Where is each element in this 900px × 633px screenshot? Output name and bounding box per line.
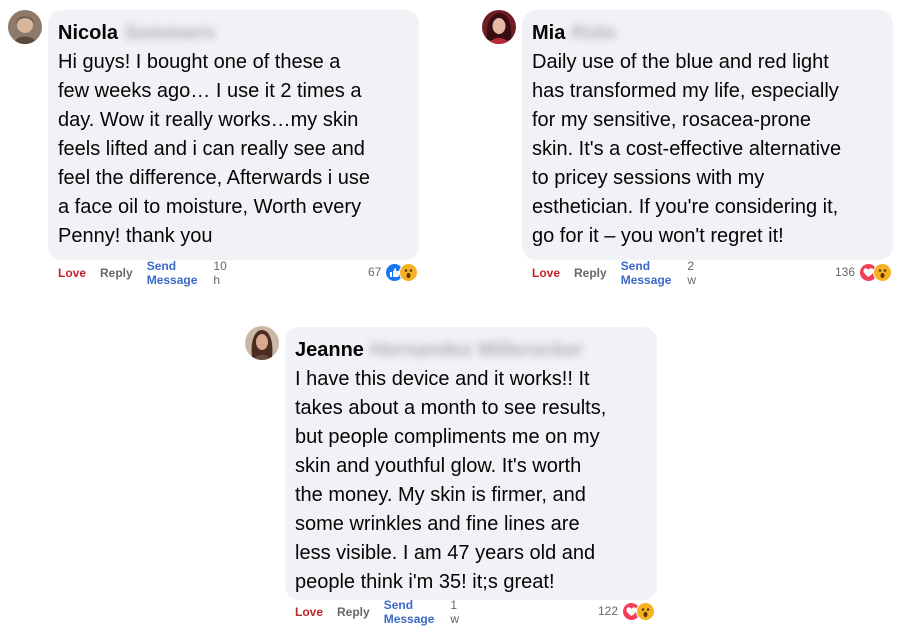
commenter-surname-blurred: Rolo — [571, 22, 616, 44]
reaction-summary[interactable]: 122 — [598, 601, 656, 621]
reaction-count: 67 — [368, 265, 382, 279]
reaction-count: 122 — [598, 604, 619, 618]
avatar[interactable] — [8, 10, 42, 44]
wow-icon — [873, 262, 893, 282]
reply-button[interactable]: Reply — [100, 266, 133, 280]
love-button[interactable]: Love — [295, 605, 323, 619]
avatar[interactable] — [245, 326, 279, 360]
send-message-button[interactable]: Send Message — [147, 259, 198, 287]
love-button[interactable]: Love — [532, 266, 560, 280]
reply-button[interactable]: Reply — [337, 605, 370, 619]
reply-button[interactable]: Reply — [574, 266, 607, 280]
commenter-name[interactable]: Jeanne — [295, 337, 364, 363]
comment-bubble: Jeanne Hernandez Millerocker I have this… — [285, 327, 657, 600]
comment-text: I have this device and it works!! It tak… — [295, 368, 607, 593]
avatar[interactable] — [482, 10, 516, 44]
comment-actions: Love Reply Send Message 1 w — [295, 598, 459, 626]
wow-icon — [399, 262, 419, 282]
commenter-name[interactable]: Mia — [532, 20, 565, 46]
send-message-button[interactable]: Send Message — [384, 598, 435, 626]
comment-actions: Love Reply Send Message 2 w — [532, 259, 696, 287]
comment-timestamp[interactable]: 10 h — [213, 259, 226, 287]
commenter-surname-blurred: Hernandez Millerocker — [369, 339, 584, 361]
comment-text: Hi guys! I bought one of these a few wee… — [58, 51, 371, 247]
comment-timestamp[interactable]: 1 w — [450, 598, 459, 626]
reaction-count: 136 — [835, 265, 856, 279]
wow-icon — [636, 601, 656, 621]
comment-bubble: Nicola Sommers Hi guys! I bought one of … — [48, 10, 419, 260]
comment-bubble: Mia Rolo Daily use of the blue and red l… — [522, 10, 893, 260]
commenter-surname-blurred: Sommers — [124, 22, 216, 44]
love-button[interactable]: Love — [58, 266, 86, 280]
commenter-name[interactable]: Nicola — [58, 20, 118, 46]
reaction-summary[interactable]: 136 — [835, 262, 893, 282]
reaction-summary[interactable]: 67 — [368, 262, 419, 282]
comment-text: Daily use of the blue and red light has … — [532, 51, 842, 247]
comment-timestamp[interactable]: 2 w — [687, 259, 696, 287]
send-message-button[interactable]: Send Message — [621, 259, 672, 287]
comment-actions: Love Reply Send Message 10 h — [58, 259, 227, 287]
